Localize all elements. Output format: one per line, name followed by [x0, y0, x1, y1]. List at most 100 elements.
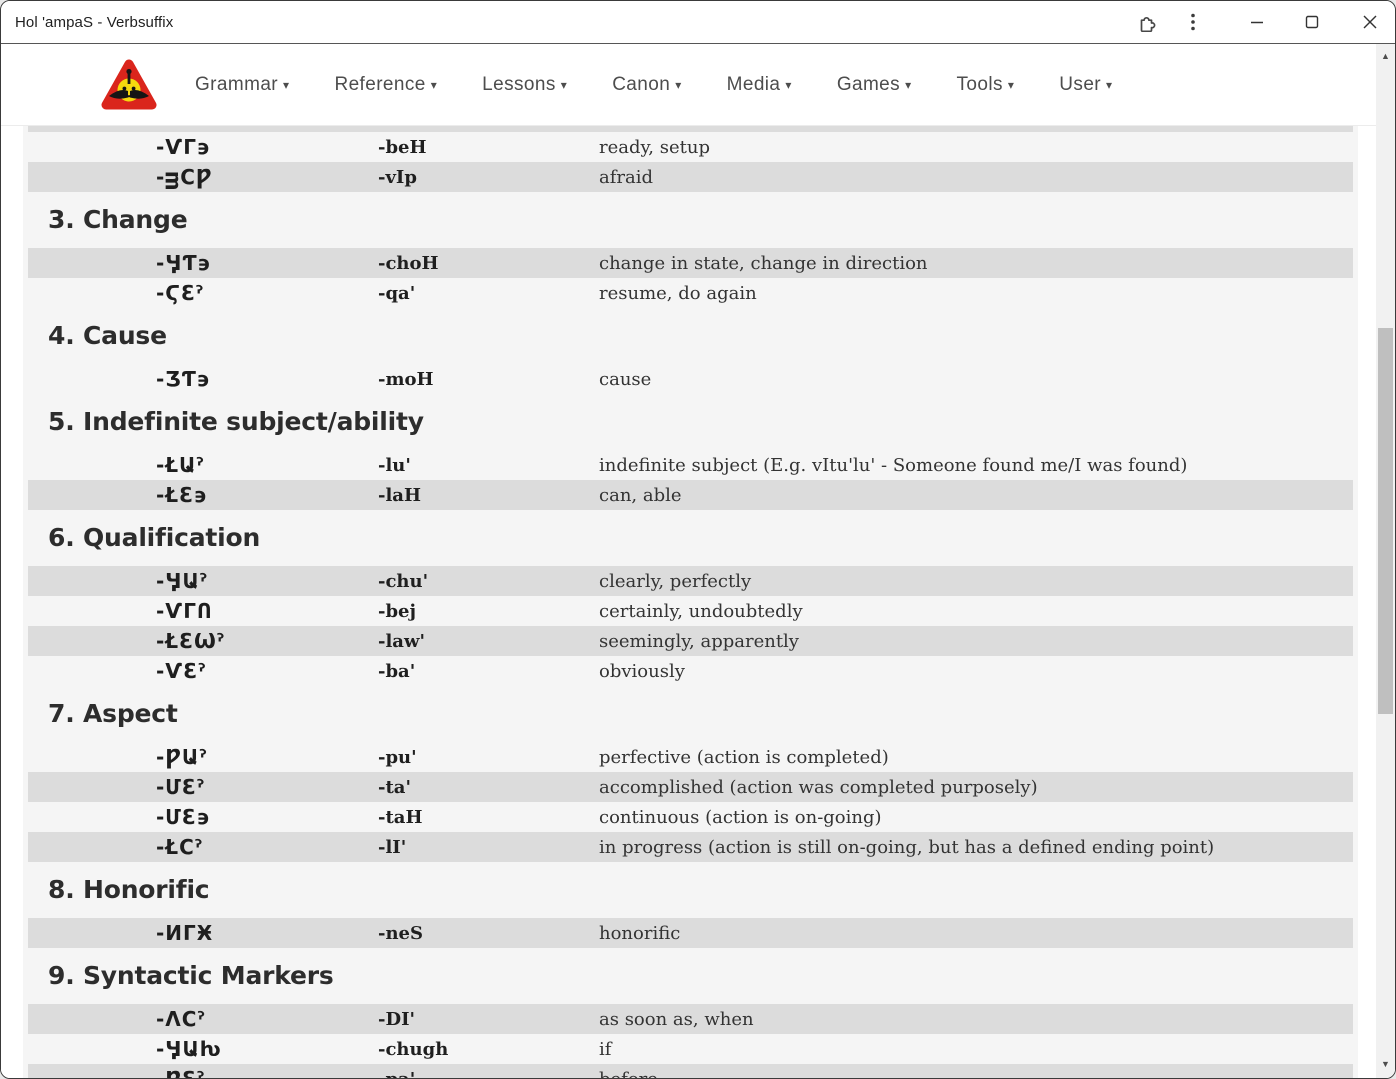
latin-suffix: -qa'	[378, 282, 416, 304]
meaning-cell: seemingly, apparently	[599, 630, 799, 652]
suffix-table: -ŁԱˀ -lu' indefinite subject (E.g. vItu'…	[28, 450, 1353, 510]
suffix-row: -ŁƐѠˀ -law' seemingly, apparently	[28, 626, 1353, 656]
piqad-cell: -ŁԱˀ	[156, 453, 204, 477]
nav-item-user[interactable]: User ▾	[1059, 74, 1112, 96]
piqad-cell: -ѴΓ϶	[156, 135, 211, 159]
suffix-table: -ѴΓ϶ -beH ready, setup -ᴟϹǷ -vIp afraid	[28, 132, 1353, 192]
suffix-section: 3. Change -ӋƬ϶ -choH change in state, ch…	[23, 205, 1358, 308]
suffix-section: -ѴΓ϶ -beH ready, setup -ᴟϹǷ -vIp afraid	[23, 132, 1358, 192]
meaning-cell: continuous (action is on-going)	[599, 806, 882, 828]
scroll-up-icon[interactable]: ▲	[1376, 48, 1395, 64]
suffix-section: 6. Qualification -ӋԱˀ -chu' clearly, per…	[23, 523, 1358, 686]
suffix-table: -ǷԱˀ -pu' perfective (action is complete…	[28, 742, 1353, 862]
latin-suffix: -DI'	[378, 1008, 416, 1030]
section-heading: 7. Aspect	[48, 699, 178, 728]
latin-suffix: -ta'	[378, 776, 411, 798]
meaning-cell: indefinite subject (E.g. vItu'lu' - Some…	[599, 454, 1188, 476]
suffix-section: 4. Cause -ƷƬ϶ -moH cause	[23, 321, 1358, 394]
section-heading: 5. Indefinite subject/ability	[48, 407, 424, 436]
caret-down-icon: ▾	[1007, 77, 1015, 92]
browser-menu-icon[interactable]	[1182, 9, 1204, 35]
suffix-row: -ŁƐ϶ -laH can, able	[28, 480, 1353, 510]
piqad-cell: -ǷԱˀ	[156, 745, 207, 769]
section-heading: 9. Syntactic Markers	[48, 961, 334, 990]
suffix-table: -ɅϹˀ -DI' as soon as, when -ӋԱƕ -chugh i…	[28, 1004, 1353, 1078]
suffix-row: -ǷƐˀ -pa' before	[28, 1064, 1353, 1078]
suffix-row: -ŁԱˀ -lu' indefinite subject (E.g. vItu'…	[28, 450, 1353, 480]
latin-suffix: -bej	[378, 600, 417, 622]
nav-item-canon[interactable]: Canon ▾	[612, 74, 681, 96]
suffix-row: -ѴƐˀ -ba' obviously	[28, 656, 1353, 686]
extensions-puzzle-icon[interactable]	[1136, 9, 1158, 35]
suffix-row: -ӋԱƕ -chugh if	[28, 1034, 1353, 1064]
klingon-academy-logo-icon[interactable]	[101, 58, 157, 112]
caret-down-icon: ▾	[785, 77, 792, 92]
meaning-cell: ready, setup	[599, 136, 710, 158]
suffix-row: -ᴟϹǷ -vIp afraid	[28, 162, 1353, 192]
maximize-button[interactable]	[1301, 9, 1323, 35]
meaning-cell: change in state, change in direction	[599, 252, 928, 274]
suffix-row: -ՄƐˀ -ta' accomplished (action was compl…	[28, 772, 1353, 802]
piqad-cell: -ƷƬ϶	[156, 367, 211, 391]
meaning-cell: if	[599, 1038, 612, 1060]
caret-down-icon: ▾	[1106, 77, 1113, 92]
meaning-cell: honorific	[599, 922, 681, 944]
latin-suffix: -neS	[378, 922, 424, 944]
nav-item-games[interactable]: Games ▾	[837, 74, 912, 96]
piqad-cell: -ŁƐѠˀ	[156, 629, 225, 653]
piqad-cell: -ՄƐ϶	[156, 805, 211, 829]
caret-down-icon: ▾	[560, 77, 568, 92]
suffix-row: -ѴΓ϶ -beH ready, setup	[28, 132, 1353, 162]
suffix-row: -ՄƐ϶ -taH continuous (action is on-going…	[28, 802, 1353, 832]
meaning-cell: obviously	[599, 660, 685, 682]
nav-items: Grammar ▾ Reference ▾ Lessons ▾ Canon ▾ Medi…	[195, 74, 1112, 96]
latin-suffix: -law'	[378, 630, 425, 652]
suffix-row: -ɅϹˀ -DI' as soon as, when	[28, 1004, 1353, 1034]
piqad-cell: -ӋԱƕ	[156, 1037, 222, 1061]
browser-window: Hol 'ampaS - Verbsuffix Grammar ▾ Refere…	[0, 0, 1396, 1079]
caret-down-icon: ▾	[905, 77, 912, 92]
meaning-cell: accomplished (action was completed purpo…	[599, 776, 1038, 798]
latin-suffix: -vIp	[378, 166, 417, 188]
latin-suffix: -moH	[378, 368, 434, 390]
suffix-row: -ŁϹˀ -lI' in progress (action is still o…	[28, 832, 1353, 862]
piqad-cell: -ӋԱˀ	[156, 569, 208, 593]
latin-suffix: -beH	[378, 136, 427, 158]
nav-item-reference[interactable]: Reference ▾	[334, 74, 437, 96]
nav-item-lessons[interactable]: Lessons ▾	[482, 74, 567, 96]
latin-suffix: -choH	[378, 252, 439, 274]
meaning-cell: clearly, perfectly	[599, 570, 752, 592]
latin-suffix: -chu'	[378, 570, 429, 592]
vertical-scrollbar[interactable]: ▲ ▼	[1376, 44, 1395, 1078]
nav-item-media[interactable]: Media ▾	[727, 74, 792, 96]
suffix-row: -ӋƬ϶ -choH change in state, change in di…	[28, 248, 1353, 278]
latin-suffix: -pa'	[378, 1069, 599, 1079]
meaning-cell: afraid	[599, 166, 654, 188]
piqad-cell: -ϚƐˀ	[156, 281, 204, 305]
scroll-down-icon[interactable]: ▼	[1376, 1056, 1395, 1072]
title-bar: Hol 'ampaS - Verbsuffix	[1, 1, 1395, 44]
suffix-row: -ǷԱˀ -pu' perfective (action is complete…	[28, 742, 1353, 772]
nav-item-tools[interactable]: Tools ▾	[957, 74, 1015, 96]
meaning-cell: as soon as, when	[599, 1008, 754, 1030]
suffix-table: -ӋƬ϶ -choH change in state, change in di…	[28, 248, 1353, 308]
suffix-section: 8. Honorific -ИΓӾ -neS honorific	[23, 875, 1358, 948]
piqad-cell: -ŁƐ϶	[156, 483, 208, 507]
suffix-table: -ИΓӾ -neS honorific	[28, 918, 1353, 948]
close-button[interactable]	[1359, 9, 1381, 35]
latin-suffix: -chugh	[378, 1038, 449, 1060]
minimize-button[interactable]	[1246, 9, 1268, 35]
suffix-section: 7. Aspect -ǷԱˀ -pu' perfective (action i…	[23, 699, 1358, 862]
section-heading: 8. Honorific	[48, 875, 210, 904]
section-heading: 6. Qualification	[48, 523, 261, 552]
suffix-table: -ӋԱˀ -chu' clearly, perfectly -ѴΓՈ -bej …	[28, 566, 1353, 686]
caret-down-icon: ▾	[430, 77, 438, 92]
scrollbar-thumb[interactable]	[1378, 328, 1393, 714]
verb-suffix-document: -ѴΓ϶ -beH ready, setup -ᴟϹǷ -vIp afraid …	[23, 126, 1358, 1078]
suffix-row: -ϚƐˀ -qa' resume, do again	[28, 278, 1353, 308]
page-body: Grammar ▾ Reference ▾ Lessons ▾ Canon ▾ Medi…	[1, 44, 1395, 1078]
suffix-row: -ѴΓՈ -bej certainly, undoubtedly	[28, 596, 1353, 626]
window-title: Hol 'ampaS - Verbsuffix	[15, 13, 174, 31]
piqad-cell: -ᴟϹǷ	[156, 165, 213, 189]
nav-item-grammar[interactable]: Grammar ▾	[195, 74, 289, 96]
